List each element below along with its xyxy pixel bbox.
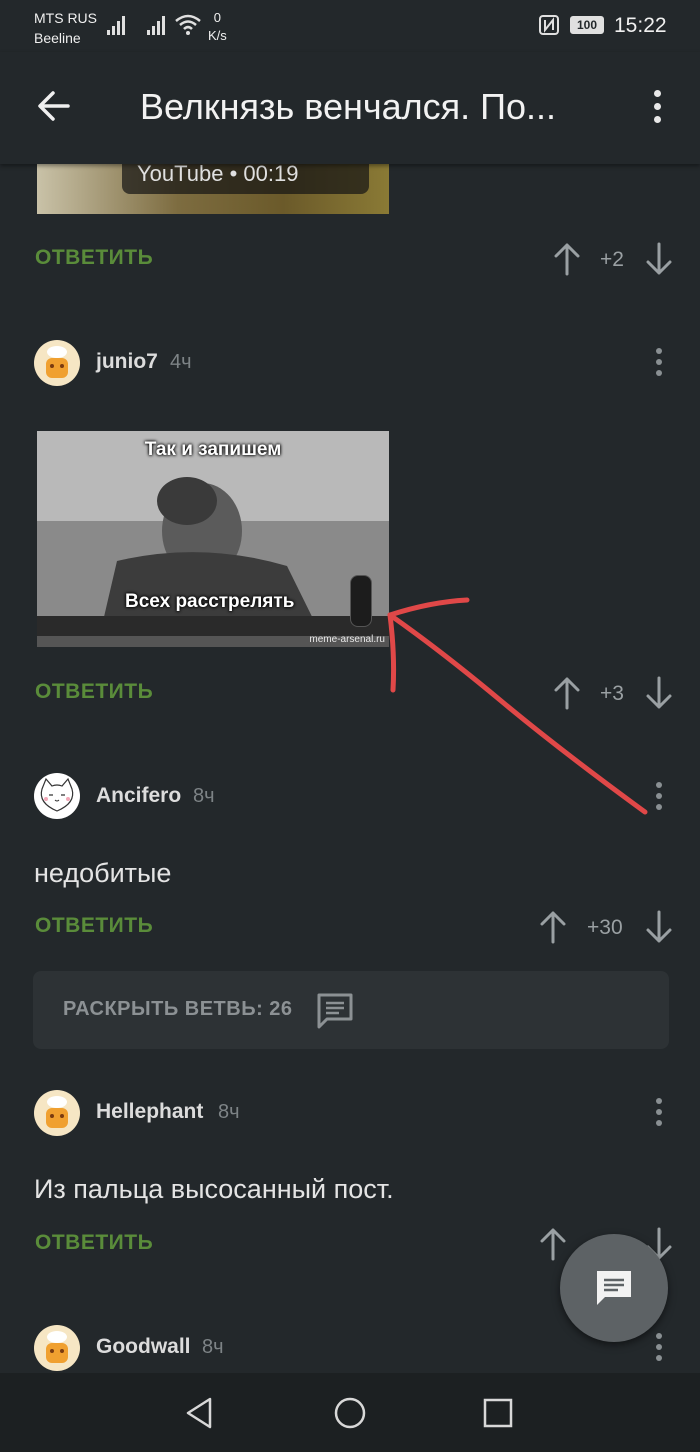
- signal-icon-2: [147, 16, 165, 35]
- reply-button[interactable]: ОТВЕТИТЬ: [35, 914, 153, 938]
- image-overlay-pill: [350, 575, 372, 627]
- downvote-arrow-icon[interactable]: [644, 676, 674, 710]
- cook-avatar-icon: [46, 1331, 68, 1363]
- new-comment-fab[interactable]: [560, 1234, 668, 1342]
- comment-menu-icon[interactable]: [652, 1098, 666, 1128]
- comment-menu-icon[interactable]: [652, 1333, 666, 1363]
- comment-author[interactable]: Goodwall: [96, 1335, 191, 1359]
- reply-button[interactable]: ОТВЕТИТЬ: [35, 246, 153, 270]
- comment-time: 4ч: [170, 351, 192, 373]
- meme-watermark: meme-arsenal.ru: [309, 634, 385, 645]
- comment-time: 8ч: [218, 1101, 240, 1123]
- system-nav-bar: [0, 1373, 700, 1452]
- meme-photo: [37, 431, 389, 647]
- carrier-info: MTS RUS Beeline: [34, 8, 97, 48]
- reply-button[interactable]: ОТВЕТИТЬ: [35, 680, 153, 704]
- comment-bubble-icon: [317, 993, 353, 1029]
- arrow-left-icon[interactable]: [36, 88, 72, 124]
- meme-bottom-caption: Всех расстрелять: [125, 591, 295, 612]
- net-speed-value: 0: [213, 10, 222, 25]
- wifi-icon: [175, 14, 201, 35]
- upvote-arrow-icon[interactable]: [538, 1227, 568, 1261]
- downvote-arrow-icon[interactable]: [644, 910, 674, 944]
- upvote-arrow-icon[interactable]: [552, 242, 582, 276]
- expand-thread-button[interactable]: РАСКРЫТЬ ВЕТВЬ: 26: [33, 971, 669, 1049]
- signal-icon: [107, 16, 125, 35]
- upvote-arrow-icon[interactable]: [538, 910, 568, 944]
- comment-menu-icon[interactable]: [652, 348, 666, 378]
- battery-indicator: 100: [570, 16, 604, 34]
- cook-avatar-icon: [46, 346, 68, 378]
- app-bar: Велкнязь венчался. По...: [0, 52, 700, 164]
- carrier-line1: MTS RUS: [34, 10, 97, 26]
- meme-top-caption: Так и запишем: [144, 439, 282, 460]
- comment-text: Из пальца высосанный пост.: [34, 1174, 394, 1204]
- network-speed: 0 K/s: [208, 9, 227, 45]
- upvote-arrow-icon[interactable]: [552, 676, 582, 710]
- expand-thread-label: РАСКРЫТЬ ВЕТВЬ: 26: [63, 998, 293, 1020]
- clock: 15:22: [614, 14, 667, 37]
- comment-time: 8ч: [193, 785, 215, 807]
- nav-back-icon[interactable]: [182, 1395, 218, 1431]
- comment-bubble-icon: [597, 1271, 631, 1305]
- nav-home-icon[interactable]: [332, 1395, 368, 1431]
- avatar[interactable]: [34, 1325, 80, 1371]
- comment-text: недобитые: [34, 858, 172, 888]
- comment-time: 8ч: [202, 1336, 224, 1358]
- more-vertical-icon[interactable]: [645, 90, 669, 126]
- cook-avatar-icon: [46, 1096, 68, 1128]
- comment-image[interactable]: Так и запишем Всех расстрелять meme-arse…: [37, 431, 389, 647]
- downvote-arrow-icon[interactable]: [644, 242, 674, 276]
- avatar[interactable]: [34, 773, 80, 819]
- carrier-line2: Beeline: [34, 30, 81, 46]
- nfc-icon: [539, 15, 559, 35]
- reply-button[interactable]: ОТВЕТИТЬ: [35, 1231, 153, 1255]
- comment-author[interactable]: Hellephant: [96, 1100, 203, 1124]
- nav-recents-icon[interactable]: [480, 1395, 516, 1431]
- comment-menu-icon[interactable]: [652, 782, 666, 812]
- comment-score: +2: [600, 248, 624, 271]
- avatar[interactable]: [34, 340, 80, 386]
- comment-author[interactable]: Ancifero: [96, 784, 181, 808]
- status-bar: MTS RUS Beeline 0 K/s 100 15:22: [0, 0, 700, 52]
- comment-score: +30: [587, 916, 623, 939]
- avatar[interactable]: [34, 1090, 80, 1136]
- video-thumbnail[interactable]: YouTube • 00:19: [37, 164, 389, 214]
- net-speed-unit: K/s: [208, 28, 227, 43]
- cat-avatar-icon: [40, 777, 74, 812]
- video-duration-label: YouTube • 00:19: [137, 164, 299, 186]
- comment-author[interactable]: junio7: [96, 350, 158, 374]
- page-title: Велкнязь венчался. По...: [140, 86, 557, 127]
- comment-score: +3: [600, 682, 624, 705]
